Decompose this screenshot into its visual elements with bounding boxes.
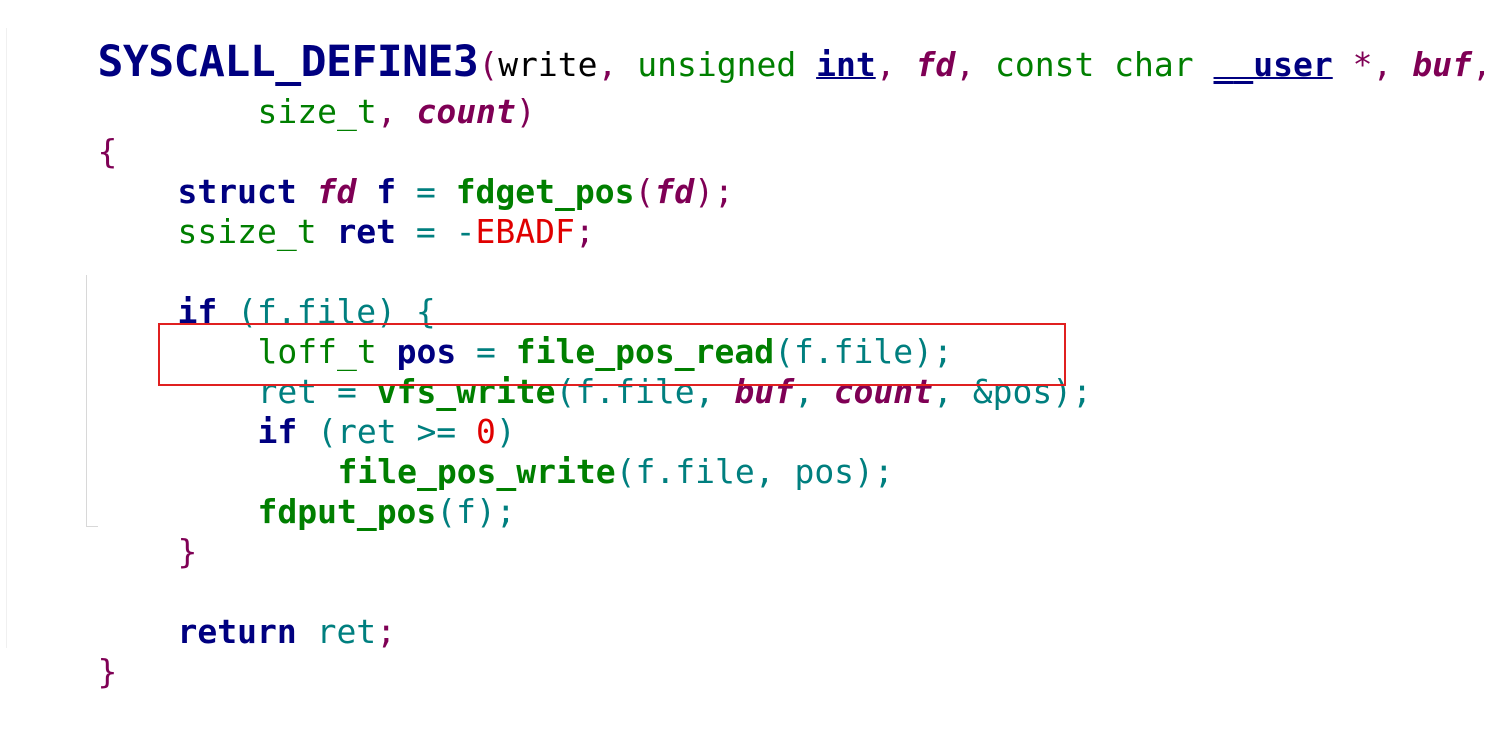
comma: , <box>1372 45 1413 84</box>
param-fd: fd <box>915 45 956 84</box>
arg-count: count <box>833 372 934 411</box>
return-value: ret <box>296 612 377 651</box>
comma: , <box>955 45 995 84</box>
semicolon: ; <box>574 212 595 251</box>
comma: , <box>1471 45 1492 84</box>
call-args: (f.file, pos); <box>615 452 894 491</box>
assign-neg: = - <box>396 212 476 251</box>
comma: , <box>597 45 638 84</box>
code-line-14: } <box>18 612 117 691</box>
code-line-7: loff_t pos = file_pos_read(f.file); <box>178 292 952 371</box>
comma: , <box>793 372 834 411</box>
call-args-end: , &pos); <box>933 372 1092 411</box>
code-line-1: SYSCALL_DEFINE3(write, unsigned int, fd,… <box>18 2 1491 85</box>
code-line-13: return ret; <box>98 572 396 651</box>
arg-fd: fd <box>654 172 695 211</box>
code-line-12: } <box>98 492 197 571</box>
code-line-11: fdput_pos(f); <box>178 452 515 531</box>
func-fdput-pos: fdput_pos <box>257 492 437 531</box>
comma: , <box>875 45 916 84</box>
if-block-guide-foot <box>86 526 98 527</box>
pointer-star: * <box>1332 45 1373 84</box>
if-block-guide <box>86 275 87 527</box>
editor-left-border <box>6 28 7 648</box>
close-brace: } <box>177 532 198 571</box>
code-line-3: { <box>18 92 117 171</box>
close-brace: } <box>97 652 118 691</box>
var-ret: ret <box>336 212 397 251</box>
keyword-return: return <box>177 612 297 651</box>
open-paren: ( <box>634 172 655 211</box>
code-line-4: struct fd f = fdget_pos(fd); <box>98 132 733 211</box>
code-editor: SYSCALL_DEFINE3(write, unsigned int, fd,… <box>0 0 1509 691</box>
attr-user: __user <box>1213 45 1333 84</box>
const-ebadf: EBADF <box>475 212 575 251</box>
call-args: (f); <box>436 492 516 531</box>
code-line-6: if (f.file) { <box>98 252 435 331</box>
code-line-9: if (ret >= 0) <box>178 372 515 451</box>
close-paren: ) <box>515 92 536 131</box>
keyword-unsigned: unsigned <box>637 45 797 84</box>
type-ssize-t: ssize_t <box>177 212 317 251</box>
param-buf: buf <box>1412 45 1472 84</box>
keyword-const-char: const char <box>994 45 1194 84</box>
type-size-t: size_t <box>257 92 377 131</box>
param-count: count <box>416 92 516 131</box>
semicolon: ; <box>376 612 397 651</box>
comma: , <box>376 92 417 131</box>
type-int: int <box>816 45 876 84</box>
code-line-8: ret = vfs_write(f.file, buf, count, &pos… <box>178 332 1092 411</box>
close-paren: ); <box>694 172 734 211</box>
arg-buf: buf <box>734 372 794 411</box>
code-line-2: size_t, count) <box>178 52 535 131</box>
code-line-10: file_pos_write(f.file, pos); <box>258 412 893 491</box>
code-line-5: ssize_t ret = -EBADF; <box>98 172 594 251</box>
call-args-start: (f.file, <box>555 372 735 411</box>
